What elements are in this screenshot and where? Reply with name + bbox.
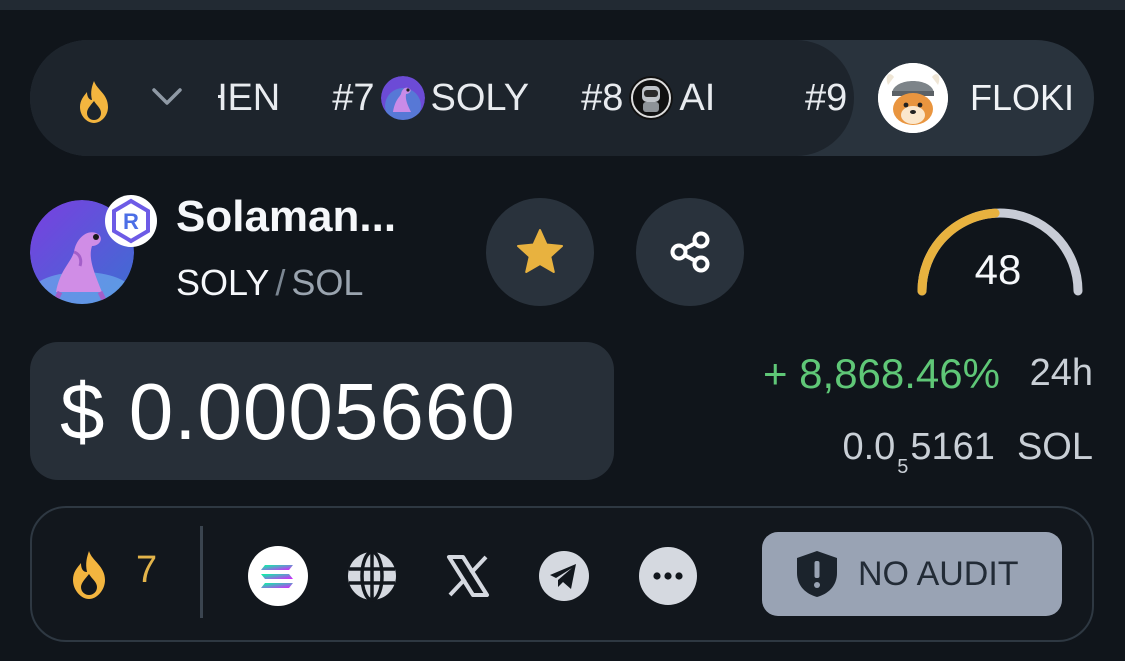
star-icon (517, 229, 563, 273)
token-pair: SOLY / SOL (176, 262, 363, 304)
trending-rank: #7 (332, 76, 375, 119)
top-strip (0, 0, 1125, 10)
audit-label: NO AUDIT (858, 554, 1019, 593)
fire-count: 7 (136, 549, 158, 591)
sol-price: 0.0 55161 SOL (842, 426, 1093, 479)
trending-item-partial[interactable]: HEN (218, 77, 280, 120)
sol-price-zero-count: 5 (897, 456, 909, 478)
trending-bar[interactable]: HEN #7 SOLY #8 (30, 40, 1094, 156)
svg-text:R: R (123, 209, 139, 234)
token-symbol: SOLY (176, 262, 270, 303)
usd-price: $ 0.0005660 (60, 367, 516, 456)
share-button[interactable] (636, 198, 744, 306)
more-button[interactable] (638, 546, 698, 606)
sol-price-unit: SOL (1016, 426, 1093, 468)
globe-icon (348, 550, 396, 602)
chevron-down-icon[interactable] (150, 82, 184, 110)
trending-featured-symbol: FLOKI (970, 77, 1075, 118)
shield-alert-icon (797, 551, 837, 597)
telegram-icon (539, 551, 589, 601)
trending-item-soly[interactable]: #7 SOLY (332, 76, 529, 120)
telegram-link[interactable] (534, 546, 594, 606)
pair-separator: / (275, 262, 286, 303)
audit-badge[interactable]: NO AUDIT (762, 532, 1062, 616)
website-link[interactable] (342, 546, 402, 606)
x-link[interactable] (438, 546, 498, 606)
quote-symbol: SOL (291, 262, 364, 303)
x-icon (447, 555, 489, 597)
ai-avatar (629, 76, 674, 120)
trending-symbol: SOLY (430, 76, 530, 119)
floki-avatar (878, 63, 948, 133)
solana-icon (248, 546, 308, 606)
sol-price-digits: 5161 (910, 426, 995, 468)
change-period: 24h (1029, 352, 1093, 394)
score-value: 48 (974, 246, 1022, 293)
trending-track: HEN #7 SOLY #8 (218, 40, 854, 156)
fire-icon (80, 81, 108, 123)
raydium-badge-icon: R (105, 195, 157, 247)
token-name: Solaman... (176, 192, 397, 241)
trending-rank: #8 (581, 76, 624, 119)
share-icon (670, 231, 710, 273)
more-icon (639, 547, 697, 605)
solana-link[interactable] (248, 546, 308, 606)
price-change: + 8,868.46% (762, 350, 1000, 397)
favorite-button[interactable] (486, 198, 594, 306)
divider (200, 526, 203, 618)
soly-avatar (380, 76, 425, 120)
fire-icon (73, 551, 105, 599)
trending-symbol: HEN (218, 76, 281, 119)
sol-price-lead: 0.0 (842, 426, 896, 468)
trending-featured[interactable]: FLOKI (854, 40, 1094, 156)
trending-list: HEN #7 SOLY #8 (30, 40, 854, 156)
trending-symbol: AI (679, 76, 716, 119)
trending-item-ai[interactable]: #8 AI (581, 76, 715, 120)
